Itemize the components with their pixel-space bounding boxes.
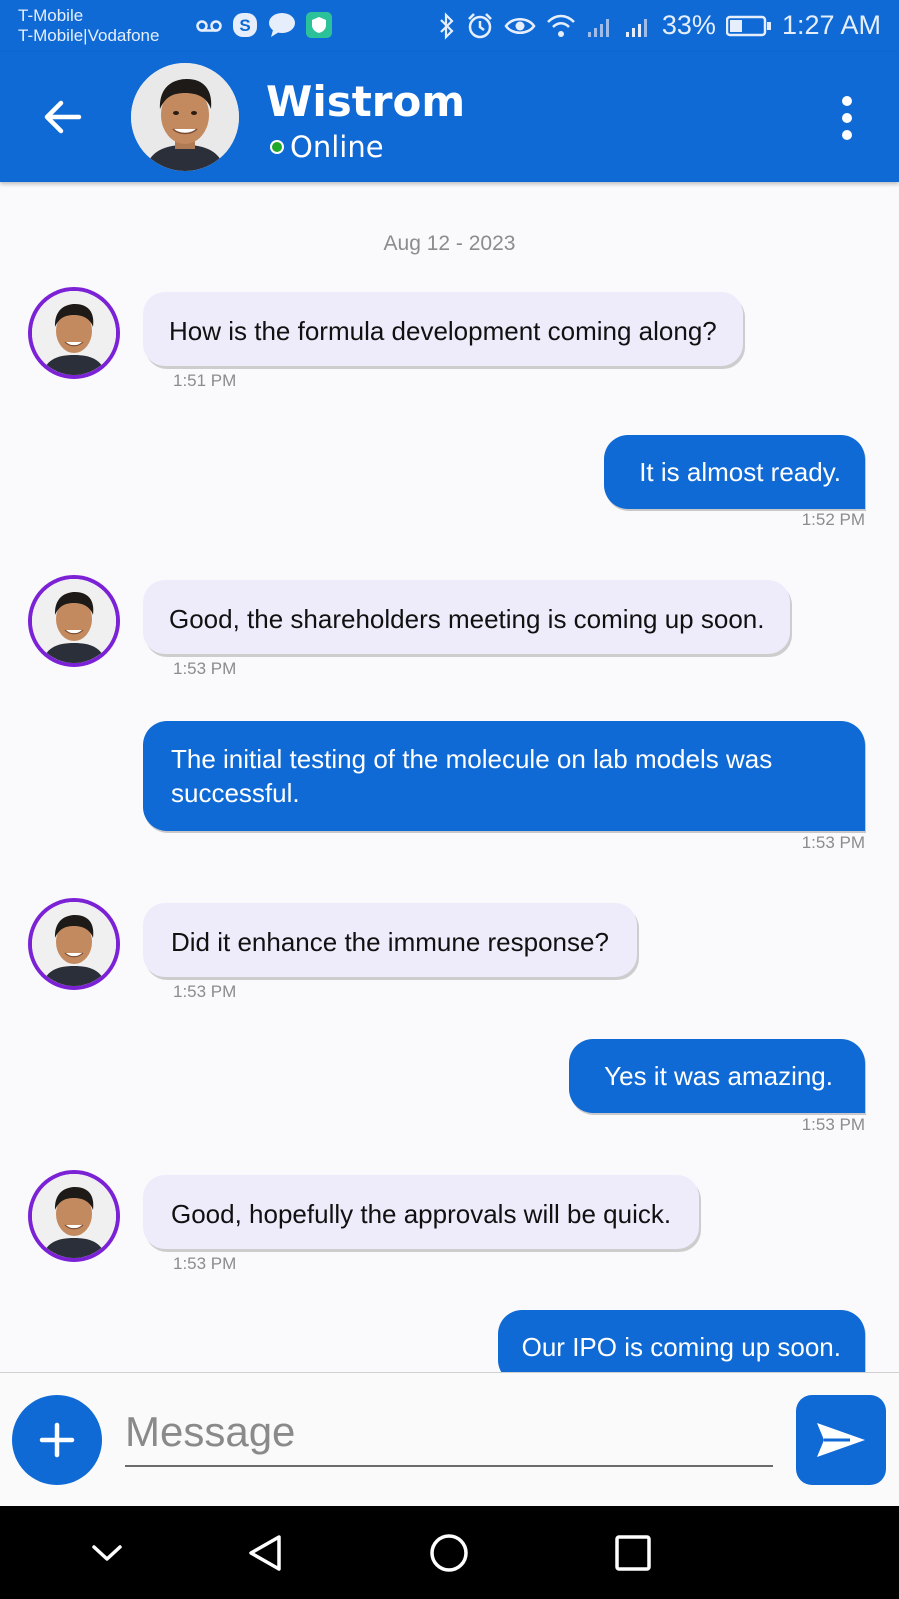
message-time: 1:51 PM bbox=[173, 371, 237, 390]
incoming-message[interactable]: Good, hopefully the approvals will be qu… bbox=[143, 1175, 700, 1249]
square-recents-icon bbox=[615, 1535, 651, 1571]
incoming-message[interactable]: Good, the shareholders meeting is coming… bbox=[143, 580, 791, 654]
date-separator: Aug 12 - 2023 bbox=[383, 232, 516, 255]
eye-icon bbox=[504, 15, 536, 37]
message-composer bbox=[0, 1372, 899, 1507]
system-nav-bar bbox=[0, 1506, 899, 1599]
online-dot-icon bbox=[270, 140, 284, 154]
shield-app-icon bbox=[306, 12, 332, 38]
skype-icon: S bbox=[232, 12, 258, 38]
presence-status: Online bbox=[270, 130, 384, 164]
person-portrait-icon bbox=[32, 291, 116, 375]
plus-icon bbox=[39, 1422, 75, 1458]
person-portrait-icon bbox=[32, 902, 116, 986]
alarm-icon bbox=[466, 12, 494, 40]
carrier-1: T-Mobile bbox=[18, 6, 84, 25]
arrow-left-icon bbox=[44, 100, 82, 134]
message-bubble-icon bbox=[268, 12, 296, 38]
add-attachment-button[interactable] bbox=[12, 1395, 102, 1485]
battery-icon bbox=[725, 15, 772, 37]
more-vert-icon-dot bbox=[842, 130, 852, 140]
send-button[interactable] bbox=[796, 1395, 886, 1485]
sender-avatar[interactable] bbox=[28, 287, 120, 379]
message-time: 1:53 PM bbox=[173, 1254, 237, 1273]
system-status: 33% 1:27 AM bbox=[438, 10, 881, 41]
outgoing-message[interactable]: It is almost ready. bbox=[604, 435, 865, 509]
signal-weak-icon bbox=[586, 14, 614, 38]
sender-avatar[interactable] bbox=[28, 1170, 120, 1262]
message-time: 1:53 PM bbox=[173, 982, 237, 1001]
person-portrait-icon bbox=[32, 579, 116, 663]
status-bar: T-Mobile T-Mobile|Vodafone S 33% 1:27 AM bbox=[0, 0, 899, 52]
chevron-down-icon bbox=[92, 1545, 122, 1561]
voicemail-icon bbox=[196, 17, 222, 33]
wifi-icon bbox=[546, 14, 576, 38]
incoming-message[interactable]: Did it enhance the immune response? bbox=[143, 903, 637, 977]
more-vert-icon-dot bbox=[842, 113, 852, 123]
nav-back-button[interactable] bbox=[242, 1530, 288, 1576]
signal-icon bbox=[624, 14, 652, 38]
chat-header: Wistrom Online bbox=[0, 52, 899, 182]
hide-keyboard-button[interactable] bbox=[84, 1530, 130, 1576]
message-time: 1:53 PM bbox=[801, 833, 865, 852]
carrier-info: T-Mobile T-Mobile|Vodafone bbox=[18, 6, 159, 46]
svg-text:S: S bbox=[239, 16, 250, 35]
back-button[interactable] bbox=[38, 92, 88, 142]
message-list[interactable]: Aug 12 - 2023 How is the formula develop… bbox=[0, 182, 899, 1372]
outgoing-message[interactable]: Our IPO is coming up soon. bbox=[497, 1310, 865, 1372]
circle-home-icon bbox=[430, 1534, 468, 1572]
sender-avatar[interactable] bbox=[28, 898, 120, 990]
outgoing-message[interactable]: Yes it was amazing. bbox=[569, 1039, 865, 1113]
message-time: 1:52 PM bbox=[801, 510, 865, 529]
contact-avatar[interactable] bbox=[131, 63, 239, 171]
send-icon bbox=[817, 1423, 865, 1457]
nav-home-button[interactable] bbox=[426, 1530, 472, 1576]
clock: 1:27 AM bbox=[781, 10, 881, 40]
triangle-back-icon bbox=[249, 1535, 281, 1571]
incoming-message[interactable]: How is the formula development coming al… bbox=[143, 292, 743, 366]
more-options-button[interactable] bbox=[835, 96, 859, 140]
message-time: 1:53 PM bbox=[173, 659, 237, 678]
person-portrait-icon bbox=[131, 63, 239, 171]
nav-recents-button[interactable] bbox=[610, 1530, 656, 1576]
carrier-2: T-Mobile|Vodafone bbox=[18, 26, 160, 45]
message-input[interactable] bbox=[125, 1399, 773, 1467]
battery-percent: 33% bbox=[661, 10, 716, 40]
outgoing-message[interactable]: The initial testing of the molecule on l… bbox=[143, 721, 865, 831]
person-portrait-icon bbox=[32, 1174, 116, 1258]
notification-icons: S bbox=[196, 12, 332, 38]
sender-avatar[interactable] bbox=[28, 575, 120, 667]
message-time: 1:53 PM bbox=[801, 1115, 865, 1134]
bluetooth-icon bbox=[438, 11, 456, 40]
more-vert-icon-dot bbox=[842, 96, 852, 106]
presence-label: Online bbox=[290, 130, 384, 164]
contact-name: Wistrom bbox=[266, 77, 466, 126]
